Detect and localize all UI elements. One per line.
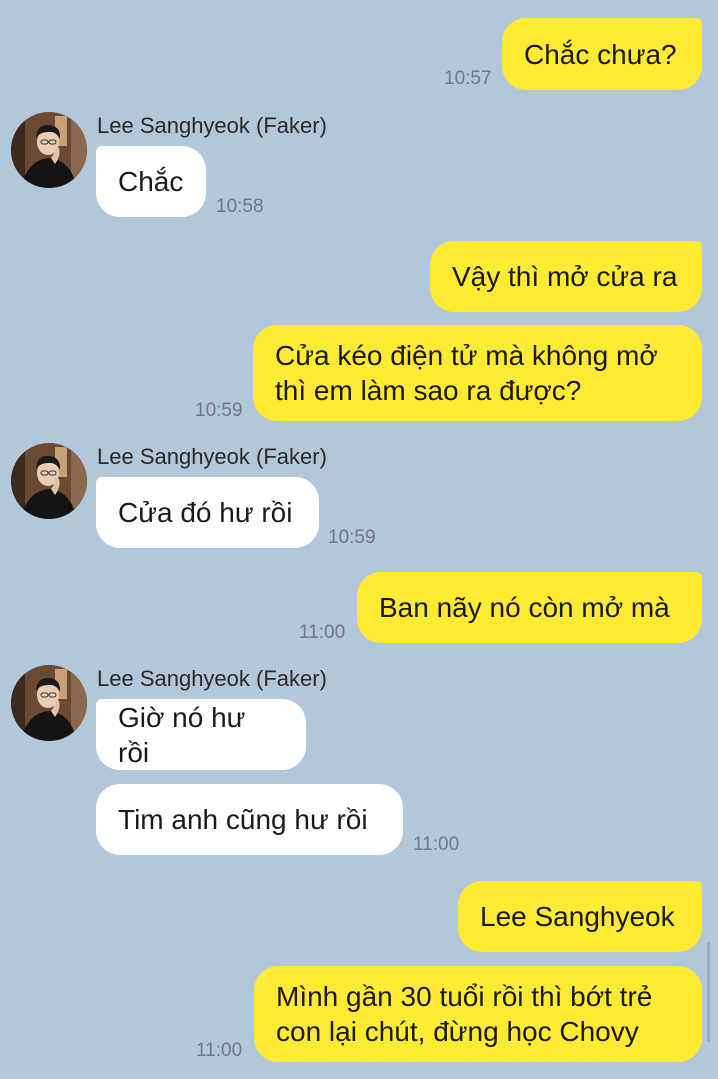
incoming-message-bubble[interactable]: Cửa đó hư rồi xyxy=(96,477,319,548)
message-time: 10:59 xyxy=(328,527,376,548)
message-time: 11:00 xyxy=(299,622,346,643)
outgoing-message-bubble[interactable]: Vậy thì mở cửa ra xyxy=(430,241,702,312)
incoming-message-bubble[interactable]: Chắc xyxy=(96,146,206,217)
message-time: 11:00 xyxy=(413,834,460,855)
sender-name: Lee Sanghyeok (Faker) xyxy=(97,444,327,469)
outgoing-message-bubble[interactable]: Ban nãy nó còn mở mà xyxy=(357,572,702,643)
chat-area[interactable]: Chắc chưa? 10:57 Lee Sanghyeok (Faker) C… xyxy=(0,0,718,1079)
message-time: 10:57 xyxy=(444,68,492,89)
message-time: 10:58 xyxy=(216,196,264,217)
sender-avatar[interactable] xyxy=(11,665,87,741)
outgoing-message-bubble[interactable]: Mình gần 30 tuổi rồi thì bớt trẻ con lại… xyxy=(254,966,702,1062)
incoming-message-bubble[interactable]: Giờ nó hư rồi xyxy=(96,699,306,770)
sender-name: Lee Sanghyeok (Faker) xyxy=(97,666,327,691)
outgoing-message-bubble[interactable]: Chắc chưa? xyxy=(502,18,702,90)
message-time: 11:00 xyxy=(196,1040,243,1061)
sender-name: Lee Sanghyeok (Faker) xyxy=(97,113,327,138)
scrollbar[interactable] xyxy=(707,942,710,1042)
incoming-message-bubble[interactable]: Tim anh cũng hư rồi xyxy=(96,784,403,855)
message-time: 10:59 xyxy=(195,400,243,421)
outgoing-message-bubble[interactable]: Cửa kéo điện tử mà không mở thì em làm s… xyxy=(253,325,702,421)
sender-avatar[interactable] xyxy=(11,112,87,188)
outgoing-message-bubble[interactable]: Lee Sanghyeok xyxy=(458,881,702,952)
sender-avatar[interactable] xyxy=(11,443,87,519)
